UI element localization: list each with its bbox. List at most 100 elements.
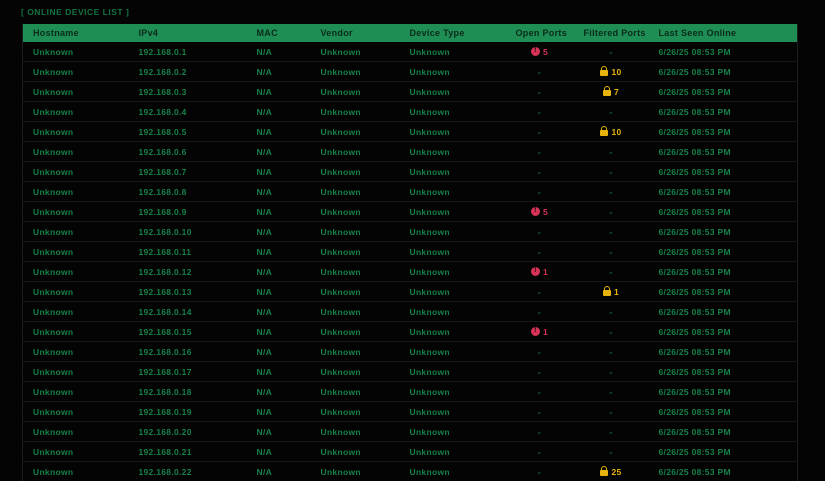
cell-filtered_ports: -	[574, 402, 649, 422]
cell-last_seen: 6/26/25 08:53 PM	[649, 142, 798, 162]
cell-hostname: Unknown	[23, 222, 129, 242]
port-count: 10	[611, 67, 621, 77]
cell-vendor: Unknown	[311, 402, 400, 422]
cell-filtered_ports: 1	[574, 282, 649, 302]
cell-vendor: Unknown	[311, 442, 400, 462]
cell-ipv4: 192.168.0.7	[129, 162, 247, 182]
cell-mac: N/A	[247, 82, 311, 102]
cell-open_ports: -	[506, 462, 574, 481]
cell-open_ports: -	[506, 342, 574, 362]
column-header-hostname: Hostname	[23, 24, 129, 42]
cell-filtered_ports: -	[574, 262, 649, 282]
cell-ipv4: 192.168.0.20	[129, 422, 247, 442]
device-row: Unknown192.168.0.10N/AUnknownUnknown--6/…	[23, 222, 798, 242]
cell-ipv4: 192.168.0.8	[129, 182, 247, 202]
column-header-vendor: Vendor	[311, 24, 400, 42]
cell-device_type: Unknown	[400, 442, 506, 462]
cell-mac: N/A	[247, 182, 311, 202]
cell-mac: N/A	[247, 262, 311, 282]
cell-ipv4: 192.168.0.6	[129, 142, 247, 162]
cell-open_ports: -	[506, 142, 574, 162]
cell-last_seen: 6/26/25 08:53 PM	[649, 462, 798, 481]
cell-last_seen: 6/26/25 08:53 PM	[649, 62, 798, 82]
cell-ipv4: 192.168.0.4	[129, 102, 247, 122]
cell-mac: N/A	[247, 242, 311, 262]
device-table-body: Unknown192.168.0.1N/AUnknownUnknown5-6/2…	[23, 42, 798, 481]
cell-ipv4: 192.168.0.2	[129, 62, 247, 82]
cell-filtered_ports: -	[574, 382, 649, 402]
cell-mac: N/A	[247, 322, 311, 342]
cell-vendor: Unknown	[311, 162, 400, 182]
column-header-device_type: Device Type	[400, 24, 506, 42]
cell-ipv4: 192.168.0.17	[129, 362, 247, 382]
cell-device_type: Unknown	[400, 402, 506, 422]
table-header-row: HostnameIPv4MACVendorDevice TypeOpen Por…	[23, 24, 798, 42]
cell-mac: N/A	[247, 42, 311, 62]
cell-vendor: Unknown	[311, 102, 400, 122]
cell-hostname: Unknown	[23, 42, 129, 62]
cell-last_seen: 6/26/25 08:53 PM	[649, 82, 798, 102]
cell-filtered_ports: -	[574, 242, 649, 262]
cell-mac: N/A	[247, 62, 311, 82]
cell-vendor: Unknown	[311, 362, 400, 382]
cell-ipv4: 192.168.0.22	[129, 462, 247, 481]
column-header-open_ports: Open Ports	[506, 24, 574, 42]
device-row: Unknown192.168.0.5N/AUnknownUnknown-106/…	[23, 122, 798, 142]
cell-mac: N/A	[247, 342, 311, 362]
cell-open_ports: 1	[506, 262, 574, 282]
cell-ipv4: 192.168.0.14	[129, 302, 247, 322]
cell-open_ports: -	[506, 442, 574, 462]
cell-device_type: Unknown	[400, 142, 506, 162]
cell-hostname: Unknown	[23, 162, 129, 182]
port-count: 1	[543, 267, 548, 277]
cell-last_seen: 6/26/25 08:53 PM	[649, 182, 798, 202]
lock-icon	[603, 290, 611, 296]
cell-filtered_ports: 10	[574, 62, 649, 82]
alert-circle-icon	[531, 207, 540, 216]
cell-open_ports: -	[506, 302, 574, 322]
cell-open_ports: -	[506, 182, 574, 202]
cell-vendor: Unknown	[311, 322, 400, 342]
column-header-last_seen: Last Seen Online	[649, 24, 798, 42]
cell-vendor: Unknown	[311, 382, 400, 402]
cell-ipv4: 192.168.0.12	[129, 262, 247, 282]
cell-hostname: Unknown	[23, 262, 129, 282]
port-count: 1	[614, 287, 619, 297]
cell-vendor: Unknown	[311, 462, 400, 481]
cell-hostname: Unknown	[23, 102, 129, 122]
column-header-mac: MAC	[247, 24, 311, 42]
device-row: Unknown192.168.0.9N/AUnknownUnknown5-6/2…	[23, 202, 798, 222]
lock-icon	[600, 130, 608, 136]
cell-vendor: Unknown	[311, 242, 400, 262]
cell-vendor: Unknown	[311, 122, 400, 142]
device-row: Unknown192.168.0.6N/AUnknownUnknown--6/2…	[23, 142, 798, 162]
cell-hostname: Unknown	[23, 82, 129, 102]
cell-ipv4: 192.168.0.11	[129, 242, 247, 262]
cell-hostname: Unknown	[23, 62, 129, 82]
cell-hostname: Unknown	[23, 442, 129, 462]
device-row: Unknown192.168.0.2N/AUnknownUnknown-106/…	[23, 62, 798, 82]
cell-vendor: Unknown	[311, 62, 400, 82]
cell-device_type: Unknown	[400, 422, 506, 442]
port-count: 1	[543, 327, 548, 337]
cell-ipv4: 192.168.0.3	[129, 82, 247, 102]
cell-vendor: Unknown	[311, 182, 400, 202]
cell-vendor: Unknown	[311, 342, 400, 362]
cell-open_ports: -	[506, 362, 574, 382]
cell-last_seen: 6/26/25 08:53 PM	[649, 382, 798, 402]
cell-filtered_ports: -	[574, 422, 649, 442]
cell-device_type: Unknown	[400, 302, 506, 322]
alert-circle-icon	[531, 47, 540, 56]
port-count: 5	[543, 47, 548, 57]
cell-filtered_ports: 7	[574, 82, 649, 102]
cell-last_seen: 6/26/25 08:53 PM	[649, 222, 798, 242]
cell-last_seen: 6/26/25 08:53 PM	[649, 122, 798, 142]
cell-mac: N/A	[247, 222, 311, 242]
cell-device_type: Unknown	[400, 262, 506, 282]
cell-hostname: Unknown	[23, 422, 129, 442]
cell-device_type: Unknown	[400, 182, 506, 202]
cell-device_type: Unknown	[400, 102, 506, 122]
cell-vendor: Unknown	[311, 142, 400, 162]
cell-device_type: Unknown	[400, 382, 506, 402]
cell-open_ports: -	[506, 82, 574, 102]
